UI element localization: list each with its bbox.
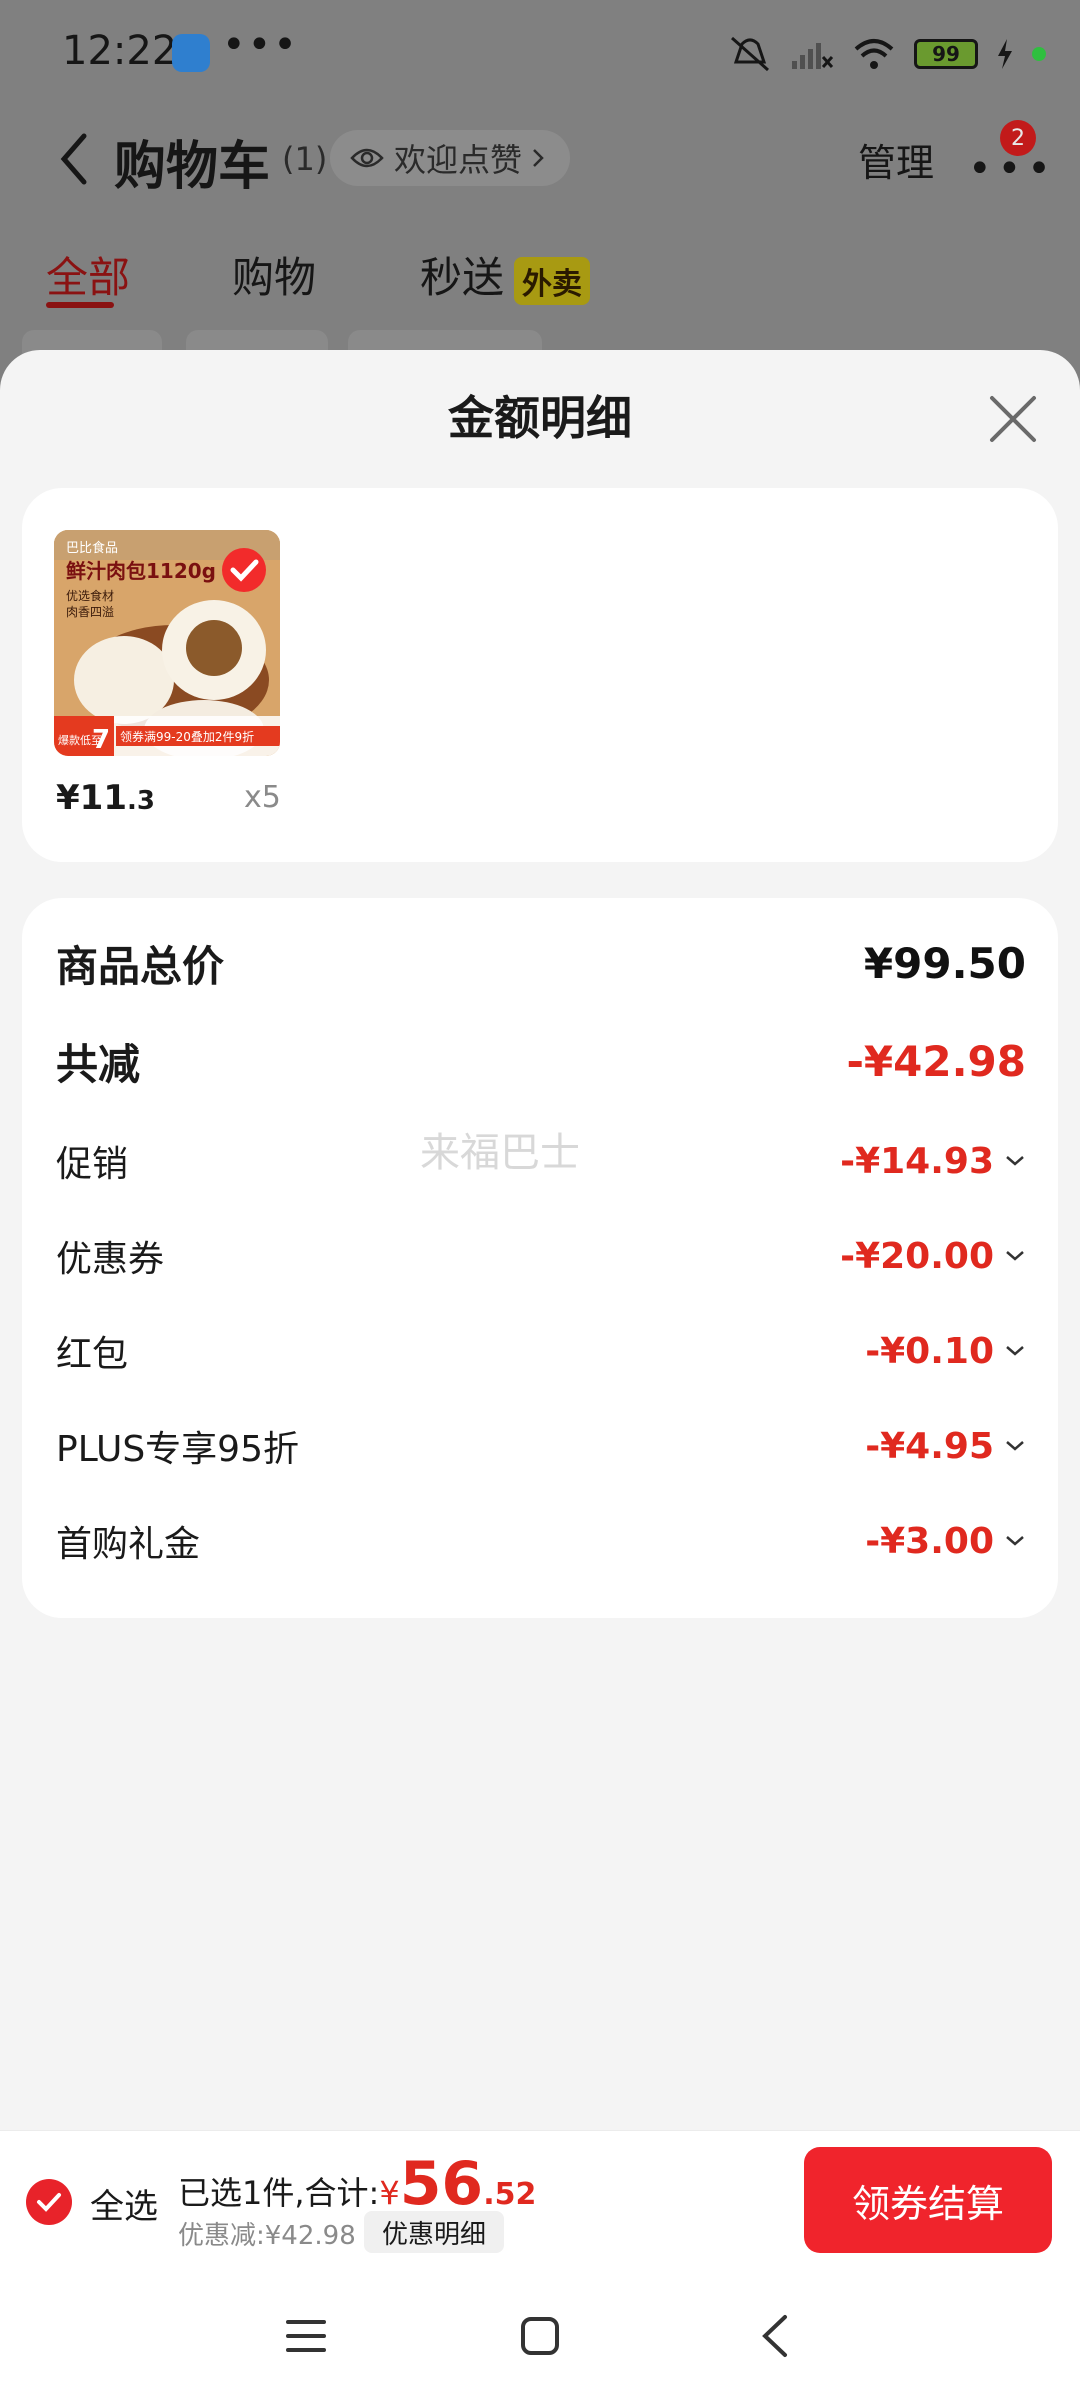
product-price-dec: .3 — [126, 786, 155, 816]
select-all-checkbox[interactable] — [26, 2179, 72, 2225]
praise-label: 欢迎点赞 — [394, 141, 523, 179]
product-price-int: ¥11 — [56, 778, 127, 818]
product-price: ¥11.3 — [56, 778, 155, 818]
reduction-row-first-purchase[interactable]: 首购礼金 -¥3.00 — [56, 1506, 1026, 1576]
thumb-title-text: 鲜汁肉包1120g — [66, 559, 216, 583]
manage-button[interactable]: 管理 — [858, 132, 934, 187]
total-reduction-value: -¥42.98 — [846, 1036, 1026, 1086]
background-cart-page: 12:22 ••• 99 购物车 (1) 欢迎点赞 管理 ••• 2 全部 购物 — [0, 0, 1080, 370]
praise-pill[interactable]: 欢迎点赞 — [330, 130, 571, 186]
close-icon[interactable] — [986, 392, 1040, 446]
system-nav-bar — [0, 2268, 1080, 2400]
reduction-value: -¥20.00 — [840, 1236, 1026, 1277]
chevron-down-icon — [1006, 1251, 1024, 1261]
thumb-sub2-text: 肉香四溢 — [66, 605, 114, 619]
discount-summary: 优惠减:¥42.98 — [178, 2221, 356, 2251]
browser-app-icon — [172, 34, 210, 72]
status-icons: 99 — [728, 30, 1046, 78]
menu-icon — [286, 2320, 326, 2352]
system-back-button[interactable] — [744, 2306, 804, 2366]
product-quantity: x5 — [244, 780, 281, 815]
signal-icon — [792, 43, 834, 69]
battery-icon: 99 — [914, 39, 978, 69]
reduction-amount: -¥20.00 — [840, 1235, 994, 1277]
select-all-label[interactable]: 全选 — [90, 2179, 158, 2228]
home-button[interactable] — [510, 2306, 570, 2366]
product-image: 巴比食品 鲜汁肉包1120g 优选食材 肉香四溢 爆款低至 7 领券满99-20… — [54, 530, 280, 756]
tab-instant-delivery-label: 秒送 — [420, 253, 505, 302]
recents-button[interactable] — [276, 2306, 336, 2366]
back-icon[interactable] — [58, 132, 88, 186]
product-thumbnail[interactable]: 巴比食品 鲜汁肉包1120g 优选食材 肉香四溢 爆款低至 7 领券满99-20… — [54, 530, 280, 756]
reduction-label: 红包 — [56, 1334, 129, 1375]
reduction-label: 优惠券 — [56, 1239, 165, 1280]
tab-shopping[interactable]: 购物 — [232, 244, 316, 305]
checkout-button[interactable]: 领券结算 — [804, 2147, 1052, 2253]
total-reduction-label: 共减 — [56, 1039, 141, 1089]
cart-nav-bar: 购物车 (1) 欢迎点赞 管理 ••• 2 — [0, 110, 1080, 240]
total-int: 56 — [399, 2149, 484, 2219]
reduction-label: 促销 — [56, 1144, 129, 1185]
check-icon — [37, 2193, 61, 2212]
sheet-title: 金额明细 — [448, 391, 632, 445]
reduction-amount: -¥14.93 — [840, 1140, 994, 1182]
status-time: 12:22 — [62, 28, 178, 74]
total-currency: ¥ — [379, 2174, 400, 2212]
chevron-down-icon — [1006, 1536, 1024, 1546]
privacy-dot — [1032, 47, 1046, 61]
checkout-bar: 全选 已选1件,合计:¥56.52 优惠减:¥42.98 优惠明细 领券结算 — [0, 2130, 1080, 2268]
wifi-icon — [854, 39, 894, 69]
more-menu-button[interactable]: ••• 2 — [964, 120, 1051, 192]
cart-tabs: 全部 购物 秒送 外卖 — [0, 240, 1080, 320]
reduction-amount: -¥4.95 — [865, 1425, 994, 1467]
back-triangle-icon — [762, 2315, 787, 2357]
reduction-value: -¥14.93 — [840, 1141, 1026, 1182]
reduction-label: 首购礼金 — [56, 1524, 201, 1565]
tab-instant-delivery[interactable]: 秒送 外卖 — [420, 244, 591, 305]
total-dec: .52 — [483, 2177, 537, 2212]
mute-icon — [731, 36, 769, 72]
amount-breakdown-card: 商品总价 ¥99.50 共减 -¥42.98 促销 -¥14.93 优惠券 -¥… — [22, 898, 1058, 1618]
total-price-row: 商品总价 ¥99.50 — [56, 928, 1026, 998]
reduction-amount: -¥0.10 — [865, 1330, 994, 1372]
selection-summary: 已选1件,合计:¥56.52 — [178, 2149, 536, 2219]
thumb-badge-num: 7 — [92, 725, 110, 755]
total-price-label: 商品总价 — [56, 941, 225, 991]
reduction-amount: -¥3.00 — [865, 1520, 994, 1562]
chevron-down-icon — [1006, 1441, 1024, 1451]
takeout-badge: 外卖 — [514, 256, 591, 305]
summary-prefix: 已选1件,合计: — [178, 2174, 380, 2212]
tab-active-indicator — [46, 302, 114, 308]
home-square-icon — [521, 2317, 559, 2355]
message-badge: 2 — [1000, 120, 1036, 156]
thumb-brand-text: 巴比食品 — [66, 540, 118, 556]
reduction-value: -¥0.10 — [865, 1331, 1026, 1372]
amount-detail-sheet: 金额明细 巴比食品 鲜汁肉包1120g 优选食材 肉香四溢 爆款低至 7 领券满… — [0, 350, 1080, 2130]
reduction-row-red-packet[interactable]: 红包 -¥0.10 — [56, 1316, 1026, 1386]
chevron-down-icon — [1006, 1346, 1024, 1356]
notification-dots: ••• — [222, 22, 299, 68]
reduction-label: PLUS专享95折 — [56, 1429, 299, 1470]
watermark: 来福巴士 — [420, 1130, 580, 1176]
tab-all[interactable]: 全部 — [46, 244, 130, 305]
total-reduction-row: 共减 -¥42.98 — [56, 1026, 1026, 1096]
reduction-value: -¥4.95 — [865, 1426, 1026, 1467]
reduction-value: -¥3.00 — [865, 1521, 1026, 1562]
chevron-down-icon — [1006, 1156, 1024, 1166]
reduction-row-coupon[interactable]: 优惠券 -¥20.00 — [56, 1221, 1026, 1291]
cart-count: (1) — [282, 140, 328, 178]
discount-detail-button[interactable]: 优惠明细 — [364, 2211, 505, 2253]
thumb-sub1-text: 优选食材 — [66, 588, 114, 603]
charging-icon — [998, 39, 1012, 69]
total-price-value: ¥99.50 — [863, 938, 1026, 988]
thumb-promo-text: 领券满99-20叠加2件9折 — [120, 729, 254, 744]
product-card: 巴比食品 鲜汁肉包1120g 优选食材 肉香四溢 爆款低至 7 领券满99-20… — [22, 488, 1058, 862]
eye-icon — [350, 148, 384, 168]
reduction-row-plus[interactable]: PLUS专享95折 -¥4.95 — [56, 1411, 1026, 1481]
status-bar: 12:22 ••• 99 — [0, 0, 1080, 110]
chevron-right-icon — [533, 149, 544, 167]
page-title: 购物车 — [114, 137, 271, 197]
